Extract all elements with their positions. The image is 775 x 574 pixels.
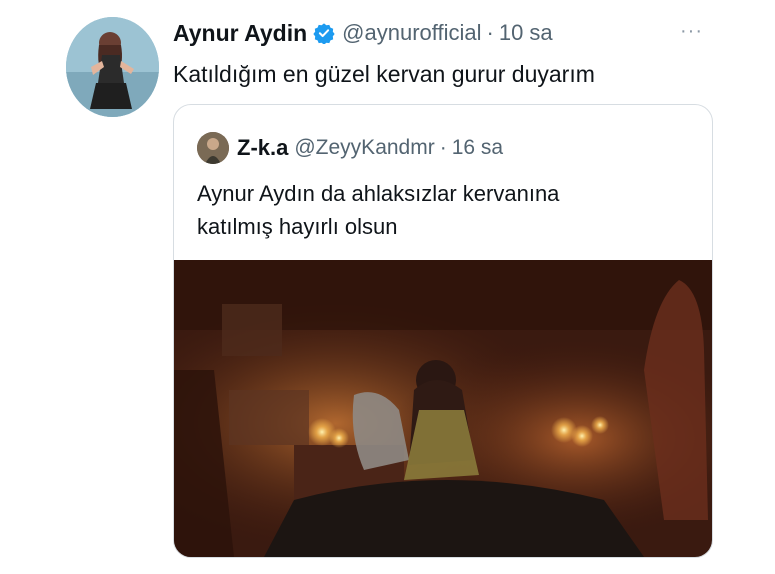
tweet-timestamp[interactable]: 10 sa <box>499 20 553 46</box>
author-handle[interactable]: @aynurofficial <box>342 20 481 46</box>
quoted-author-avatar <box>197 132 229 164</box>
verified-badge-icon <box>313 22 335 44</box>
more-options-icon[interactable]: ··· <box>680 20 703 43</box>
quoted-tweet-text: Aynur Aydın da ahlaksızlar kervanına kat… <box>197 177 677 243</box>
author-name[interactable]: Aynur Aydin <box>173 20 307 47</box>
quoted-author-handle: @ZeyyKandmr <box>294 136 435 159</box>
separator-dot: · <box>439 136 447 159</box>
quoted-text-line: Aynur Aydın da ahlaksızlar kervanına <box>197 181 560 206</box>
quoted-tweet-timestamp: 16 sa <box>451 136 504 159</box>
tweet-text: Katıldığım en güzel kervan gurur duyarım <box>173 61 595 87</box>
quoted-text-line: katılmış hayırlı olsun <box>197 214 398 239</box>
quoted-tweet-image[interactable] <box>174 260 712 557</box>
quoted-tweet-header: Z-k.a @ZeyyKandmr · 16 sa <box>197 132 503 164</box>
author-avatar[interactable] <box>66 17 159 117</box>
quoted-author-name: Z-k.a <box>237 135 289 160</box>
separator-dot: · <box>486 20 494 45</box>
tweet-header: Aynur Aydin @aynurofficial · 10 sa <box>173 18 553 48</box>
quoted-tweet-card[interactable]: Z-k.a @ZeyyKandmr · 16 sa Aynur Aydın da… <box>173 104 713 558</box>
